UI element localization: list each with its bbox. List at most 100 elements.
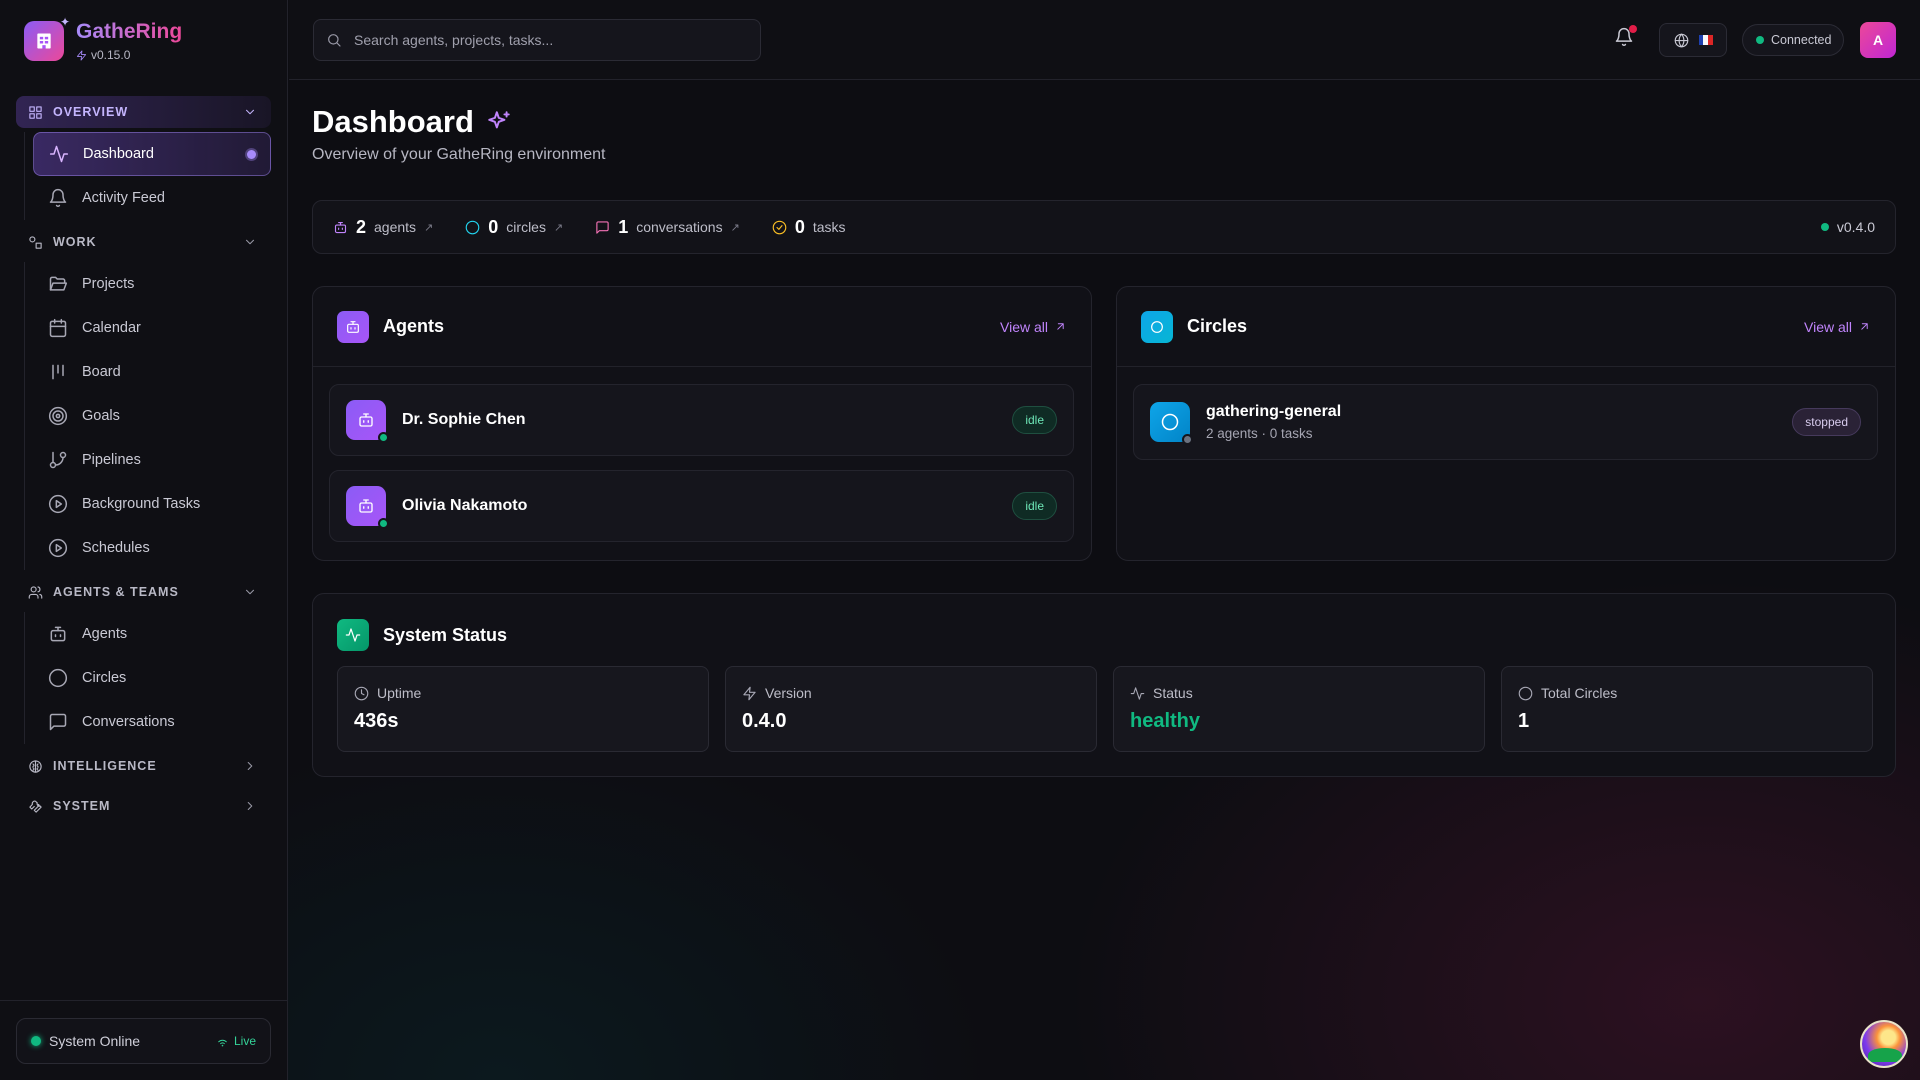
- assistant-launcher-button[interactable]: [1860, 1020, 1908, 1068]
- sidebar-item-background-tasks[interactable]: Background Tasks: [33, 482, 271, 526]
- stat-count: 0: [488, 216, 499, 237]
- stat-tasks[interactable]: 0 tasks: [772, 217, 846, 238]
- bot-icon: [359, 413, 373, 427]
- metric-label: Status: [1153, 685, 1193, 701]
- chevron-right-icon: [247, 761, 253, 771]
- metric-uptime: Uptime 436s: [337, 666, 709, 752]
- search-icon: [328, 34, 341, 47]
- sparkles-icon: [488, 111, 510, 129]
- circle-icon: [48, 668, 68, 688]
- sidebar-item-label: Pipelines: [82, 452, 141, 468]
- stat-circles[interactable]: 0 circles ↗: [465, 217, 563, 238]
- circles-view-all-link[interactable]: View all: [1804, 319, 1871, 335]
- circle-avatar: [1150, 402, 1193, 445]
- stat-count: 2: [356, 216, 367, 237]
- live-indicator: Live: [216, 1034, 256, 1048]
- brand-version: v0.15.0: [91, 48, 131, 62]
- stat-count: 1: [618, 216, 629, 237]
- target-icon: [48, 406, 68, 426]
- section-system[interactable]: SYSTEM: [16, 790, 271, 822]
- chevron-down-icon: [245, 109, 255, 115]
- connection-label: Connected: [1771, 33, 1832, 47]
- arrow-up-right-icon: [1057, 323, 1064, 330]
- sidebar-item-goals[interactable]: Goals: [33, 394, 271, 438]
- section-overview[interactable]: OVERVIEW: [16, 96, 271, 128]
- activity-icon: [49, 145, 69, 163]
- bot-icon: [337, 310, 369, 343]
- circle-icon: [1141, 310, 1173, 343]
- sidebar: ✦ GatheRing v0.15.0 OVERVIEW Dashboard A…: [0, 0, 288, 1080]
- section-agents-teams[interactable]: AGENTS & TEAMS: [16, 576, 271, 608]
- sidebar-item-agents[interactable]: Agents: [33, 612, 271, 656]
- chevron-right-icon: [247, 801, 253, 811]
- agent-avatar: [346, 486, 389, 529]
- sidebar-item-circles[interactable]: Circles: [33, 656, 271, 700]
- bell-icon: [49, 188, 67, 208]
- search-box[interactable]: [313, 19, 761, 61]
- version-dot: [1820, 223, 1829, 231]
- circle-icon: [1161, 413, 1179, 431]
- play-circle-icon: [48, 494, 68, 514]
- agent-name: Dr. Sophie Chen: [402, 411, 526, 428]
- language-selector[interactable]: [1659, 23, 1727, 57]
- sidebar-item-label: Agents: [82, 626, 128, 642]
- agent-row[interactable]: Dr. Sophie Chen idle: [329, 384, 1074, 456]
- section-label: AGENTS & TEAMS: [53, 585, 179, 599]
- sidebar-item-label: Goals: [82, 408, 120, 424]
- play-circle-icon: [48, 538, 68, 558]
- search-input[interactable]: [354, 32, 734, 48]
- wifi-icon: [218, 1039, 227, 1046]
- circle-row[interactable]: gathering-general 2 agents · 0 tasks sto…: [1133, 384, 1878, 460]
- stat-conversations[interactable]: 1 conversations ↗: [595, 217, 740, 238]
- brand[interactable]: ✦ GatheRing v0.15.0: [24, 15, 183, 62]
- bot-icon: [359, 499, 373, 513]
- stat-count: 0: [794, 216, 805, 237]
- sidebar-item-label: Schedules: [82, 540, 150, 556]
- metric-value: 436s: [354, 710, 399, 732]
- brain-icon: [29, 759, 42, 773]
- sidebar-item-pipelines[interactable]: Pipelines: [33, 438, 271, 482]
- wrench-icon: [29, 800, 42, 813]
- grid-icon: [29, 105, 42, 119]
- section-intelligence[interactable]: INTELLIGENCE: [16, 750, 271, 782]
- check-circle-icon: [772, 220, 787, 234]
- backend-version: v0.4.0: [1820, 219, 1875, 235]
- sidebar-item-label: Background Tasks: [82, 496, 201, 512]
- brand-name: GatheRing: [76, 20, 183, 43]
- arrow-up-right-icon: ↗: [424, 221, 434, 234]
- sidebar-item-board[interactable]: Board: [33, 350, 271, 394]
- stat-label: agents: [374, 219, 417, 235]
- sidebar-item-label: Circles: [82, 670, 127, 686]
- french-flag-icon: [1698, 35, 1713, 45]
- sidebar-item-projects[interactable]: Projects: [33, 262, 271, 306]
- agents-view-all-link[interactable]: View all: [1000, 319, 1067, 335]
- sidebar-item-schedules[interactable]: Schedules: [33, 526, 271, 570]
- divider: [0, 1000, 288, 1001]
- circles-card: Circles View all gathering-general 2 age…: [1116, 286, 1896, 561]
- folder-open-icon: [49, 276, 68, 291]
- metric-label: Total Circles: [1541, 685, 1618, 701]
- stats-bar: 2 agents ↗ 0 circles ↗ 1 conversations ↗…: [312, 200, 1896, 254]
- user-avatar[interactable]: A: [1860, 22, 1896, 58]
- active-dot: [247, 149, 256, 159]
- sidebar-item-conversations[interactable]: Conversations: [33, 700, 271, 744]
- metric-status: Status healthy: [1113, 666, 1485, 752]
- globe-icon: [1674, 33, 1688, 47]
- offline-dot: [1182, 434, 1193, 445]
- circle-meta: 2 agents · 0 tasks: [1206, 426, 1313, 441]
- agent-row[interactable]: Olivia Nakamoto idle: [329, 470, 1074, 542]
- section-work[interactable]: WORK: [16, 226, 271, 258]
- sidebar-item-dashboard[interactable]: Dashboard: [33, 132, 271, 176]
- sidebar-item-activity-feed[interactable]: Activity Feed: [33, 176, 271, 220]
- shapes-icon: [29, 235, 42, 249]
- online-label: System Online: [49, 1033, 141, 1049]
- connection-status: Connected: [1742, 24, 1844, 56]
- sidebar-item-label: Board: [82, 364, 121, 380]
- notifications-button[interactable]: [1614, 25, 1637, 47]
- sidebar-item-calendar[interactable]: Calendar: [33, 306, 271, 350]
- system-online-status: System Online Live: [16, 1018, 271, 1064]
- bot-icon: [50, 626, 66, 642]
- sidebar-item-label: Activity Feed: [82, 190, 165, 206]
- zap-icon: [743, 686, 756, 700]
- stat-agents[interactable]: 2 agents ↗: [333, 217, 433, 238]
